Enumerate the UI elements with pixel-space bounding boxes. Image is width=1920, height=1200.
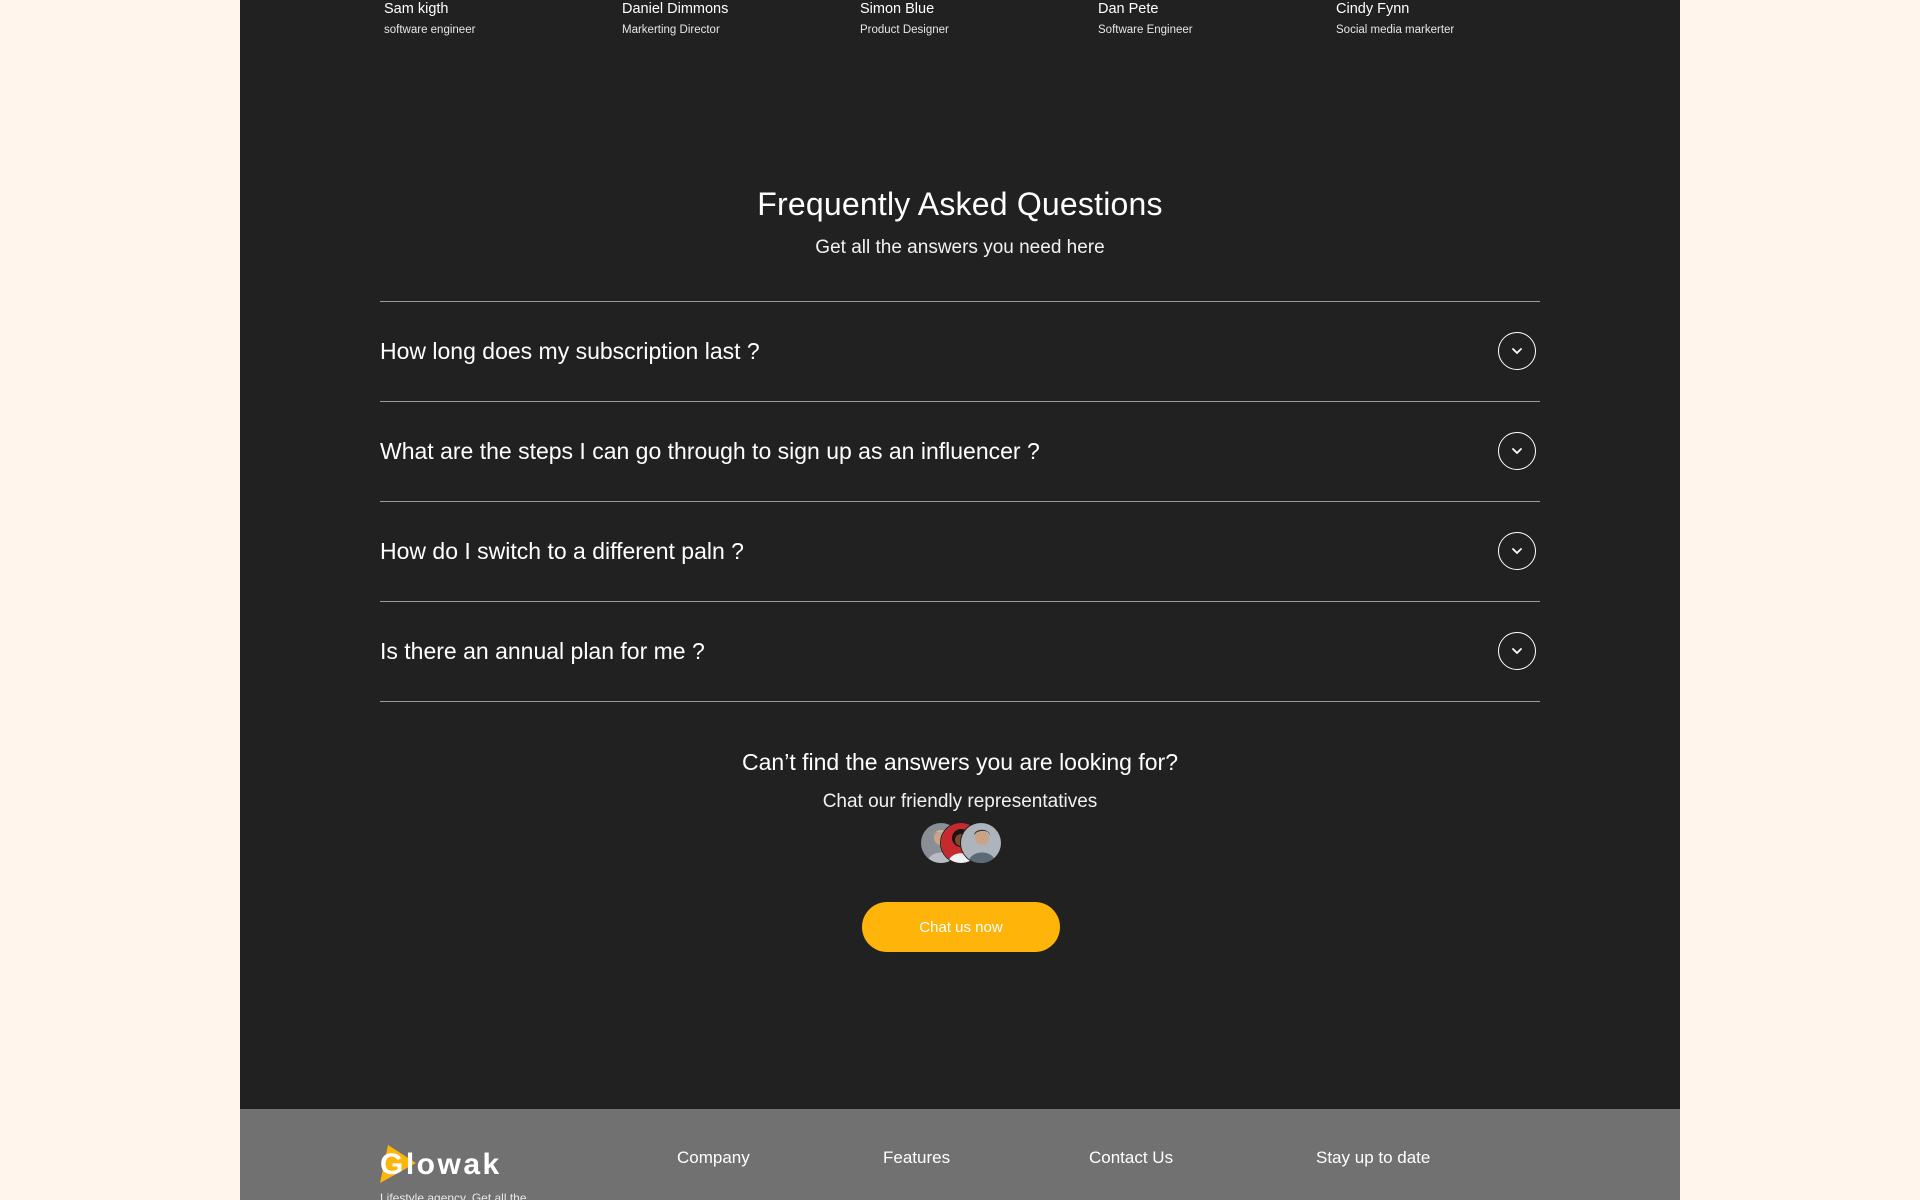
member-role: Software Engineer	[1098, 24, 1193, 36]
help-subtitle: Chat our friendly representatives	[822, 791, 1098, 812]
team-members: Sam kigth software engineer Daniel Dimmo…	[384, 0, 1544, 40]
avatar	[960, 822, 1002, 864]
member-role: Product Designer	[860, 24, 949, 36]
help-title: Can’t find the answers you are looking f…	[742, 749, 1178, 775]
team-member: Simon Blue Product Designer	[860, 0, 949, 38]
member-role: software engineer	[384, 24, 476, 36]
member-name: Simon Blue	[860, 1, 935, 17]
faq-title: Frequently Asked Questions	[757, 186, 1163, 222]
team-member: Cindy Fynn Social media markerter	[1336, 0, 1454, 38]
team-member: Sam kigth software engineer	[384, 0, 475, 38]
faq-item[interactable]: What are the steps I can go through to s…	[380, 402, 1540, 502]
glowak-logo[interactable]: Glowak	[378, 1143, 508, 1187]
representative-avatars	[920, 822, 1002, 864]
member-name: Dan Pete	[1098, 1, 1159, 17]
team-member: Dan Pete Software Engineer	[1098, 0, 1193, 38]
footer-link-contact-us[interactable]: Contact Us	[1089, 1146, 1173, 1170]
page-frame: Sam kigth software engineer Daniel Dimmo…	[240, 0, 1680, 1200]
faq-question: Is there an annual plan for me ?	[380, 638, 705, 664]
chat-us-now-button[interactable]: Chat us now	[862, 902, 1060, 952]
member-name: Sam kigth	[384, 1, 449, 17]
logo-text: Glowak	[380, 1148, 502, 1181]
faq-item[interactable]: How do I switch to a different paln ?	[380, 502, 1540, 602]
footer-link-features[interactable]: Features	[883, 1146, 950, 1170]
chevron-down-icon[interactable]	[1498, 432, 1536, 470]
member-name: Daniel Dimmons	[622, 1, 729, 17]
footer-stay-up-to-date: Stay up to date	[1316, 1148, 1431, 1167]
footer-link-company[interactable]: Company	[677, 1146, 750, 1170]
chevron-down-icon[interactable]	[1498, 532, 1536, 570]
footer-tagline: Lifestyle agency. Get all the	[380, 1191, 527, 1200]
member-role: Social media markerter	[1336, 24, 1455, 36]
team-member: Daniel Dimmons Markerting Director	[622, 0, 728, 38]
faq-list: How long does my subscription last ? Wha…	[380, 301, 1540, 702]
chevron-down-icon[interactable]	[1498, 332, 1536, 370]
faq-question: How do I switch to a different paln ?	[380, 538, 744, 564]
member-name: Cindy Fynn	[1336, 1, 1410, 17]
faq-question: What are the steps I can go through to s…	[380, 438, 1040, 464]
chevron-down-icon[interactable]	[1498, 632, 1536, 670]
faq-item[interactable]: Is there an annual plan for me ?	[380, 602, 1540, 702]
faq-item[interactable]: How long does my subscription last ?	[380, 302, 1540, 402]
faq-question: How long does my subscription last ?	[380, 338, 760, 364]
footer: Glowak Lifestyle agency. Get all the Com…	[240, 1109, 1680, 1200]
faq-subtitle: Get all the answers you need here	[815, 237, 1105, 258]
member-role: Markerting Director	[622, 24, 720, 36]
